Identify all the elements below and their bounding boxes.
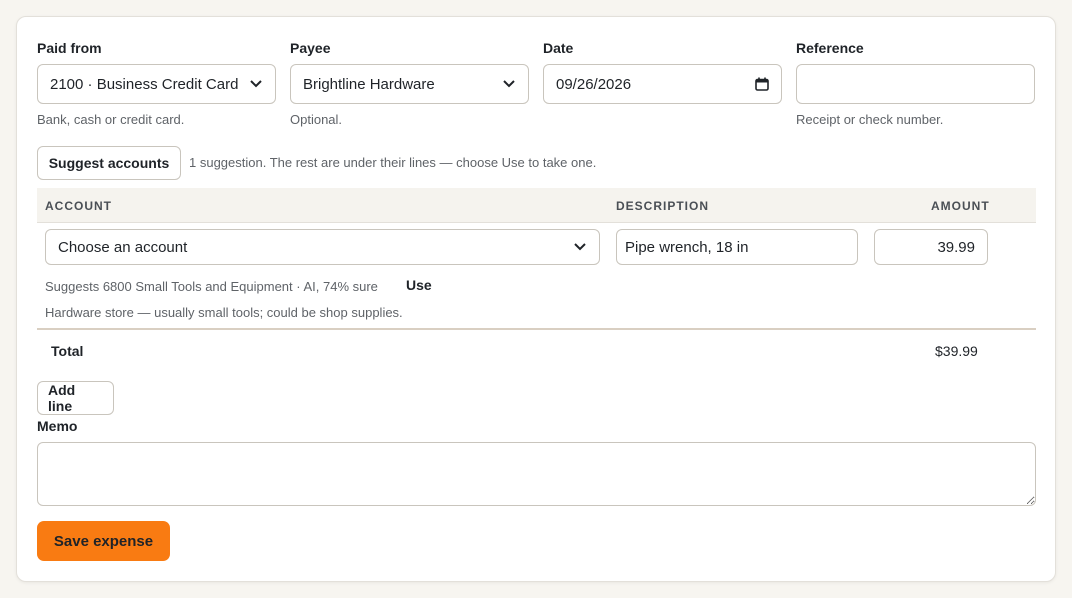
line-description-value: Pipe wrench, 18 in [625,238,749,256]
total-label: Total [51,343,84,359]
line-description-input[interactable]: Pipe wrench, 18 in [616,229,858,265]
suggestion-status: 1 suggestion. The rest are under their l… [189,155,597,170]
paid-from-label: Paid from [37,40,102,56]
payee-label: Payee [290,40,331,56]
payee-value: Brightline Hardware [303,75,435,93]
add-line-button[interactable]: Add line [37,381,114,415]
memo-textarea[interactable] [37,442,1036,506]
calendar-icon[interactable] [755,77,769,91]
line-account-placeholder: Choose an account [58,238,188,256]
expense-form-card: Paid from 2100 · Business Credit Card Ba… [16,16,1056,582]
use-suggestion-button[interactable]: Use [406,277,432,293]
reference-input[interactable] [796,64,1035,104]
paid-from-hint: Bank, cash or credit card. [37,112,185,127]
lines-table-header: ACCOUNT DESCRIPTION AMOUNT [37,188,1036,223]
date-input[interactable]: 09/26/2026 [543,64,782,104]
paid-from-value: 2100 · Business Credit Card [50,75,239,93]
chevron-down-icon [502,77,516,91]
reference-label: Reference [796,40,864,56]
payee-select[interactable]: Brightline Hardware [290,64,529,104]
chevron-down-icon [573,240,587,254]
total-divider [37,328,1036,330]
paid-from-select[interactable]: 2100 · Business Credit Card [37,64,276,104]
column-header-account: ACCOUNT [45,199,112,213]
line-amount-input[interactable]: 39.99 [874,229,988,265]
ai-suggestion-reason: Hardware store — usually small tools; co… [45,305,403,320]
line-amount-value: 39.99 [937,238,975,256]
save-expense-button[interactable]: Save expense [37,521,170,561]
ai-suggestion-text: Suggests 6800 Small Tools and Equipment … [45,279,378,294]
line-account-select[interactable]: Choose an account [45,229,600,265]
date-label: Date [543,40,574,56]
total-value: $39.99 [935,343,978,359]
column-header-amount: AMOUNT [931,199,990,213]
memo-label: Memo [37,418,78,434]
column-header-description: DESCRIPTION [616,199,710,213]
chevron-down-icon [249,77,263,91]
payee-hint: Optional. [290,112,343,127]
date-value: 09/26/2026 [556,75,632,93]
suggest-accounts-button[interactable]: Suggest accounts [37,146,181,180]
reference-hint: Receipt or check number. [796,112,944,127]
